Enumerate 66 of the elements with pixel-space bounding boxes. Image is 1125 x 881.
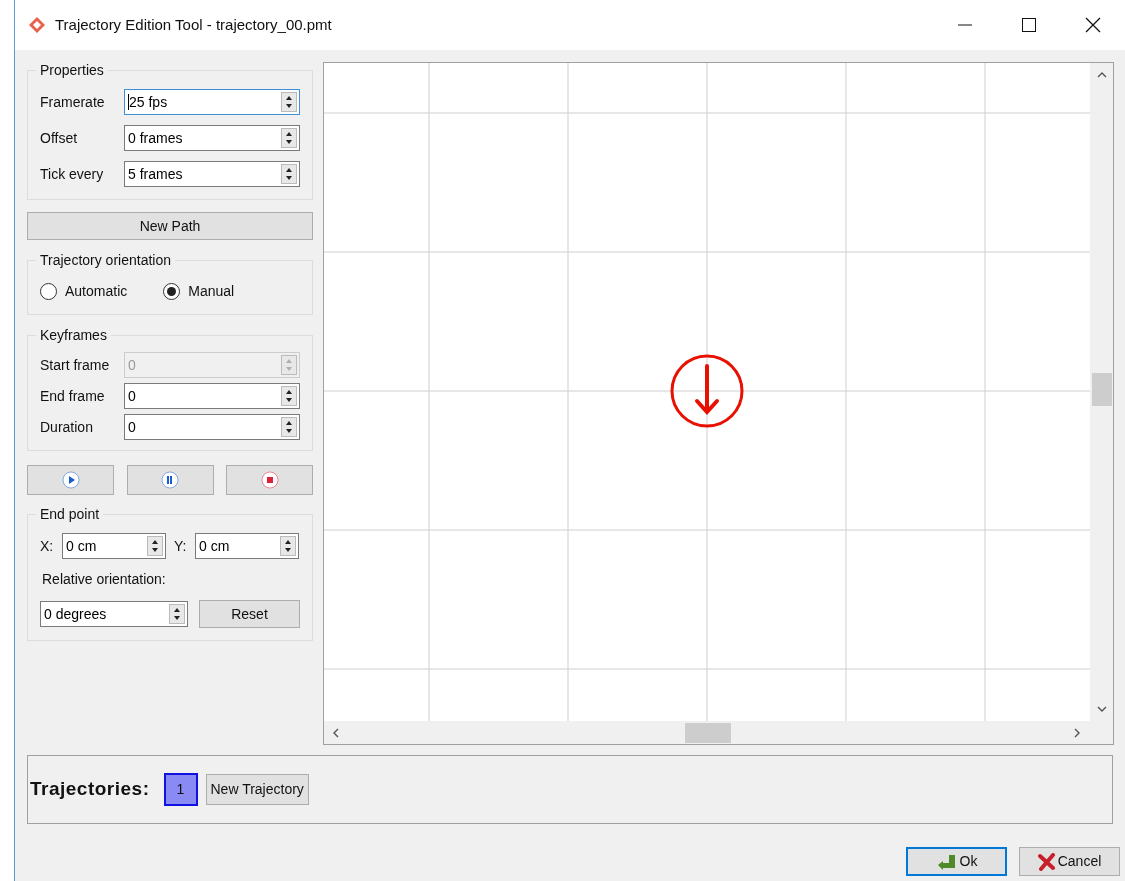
spin-field[interactable]: 0 cm	[195, 533, 299, 559]
scroll-up-icon[interactable]	[1096, 71, 1107, 79]
field-value: 5 frames	[127, 164, 184, 184]
field-value: 0	[127, 417, 137, 437]
field-label: Framerate	[40, 92, 106, 112]
close-icon[interactable]	[1083, 15, 1103, 35]
field-label: Offset	[40, 128, 79, 148]
horizontal-scrollbar[interactable]	[324, 721, 1113, 744]
spin-field[interactable]: 0	[124, 414, 300, 440]
spin-field[interactable]: 25 fps	[124, 89, 300, 115]
scroll-thumb[interactable]	[685, 722, 731, 743]
group-title: Properties	[36, 61, 108, 79]
spin-arrows-icon[interactable]	[281, 92, 297, 112]
pause-icon	[159, 471, 181, 489]
field-value: 0	[127, 355, 137, 375]
spin-arrows-icon[interactable]	[281, 417, 297, 437]
field-label: Duration	[40, 417, 94, 437]
ok-button[interactable]: Ok	[906, 847, 1007, 876]
vertical-scrollbar[interactable]	[1090, 63, 1113, 721]
spin-field[interactable]: 0 frames	[124, 125, 300, 151]
scroll-left-icon[interactable]	[332, 727, 340, 738]
play-icon	[59, 471, 82, 489]
field-value: 0	[127, 386, 137, 406]
field-value: 0 frames	[127, 128, 184, 148]
field-label: Y:	[174, 536, 188, 556]
new-trajectory-button[interactable]: New Trajectory	[205, 774, 309, 805]
new-path-button[interactable]: New Path	[27, 212, 313, 240]
radio-label: Automatic	[65, 282, 128, 301]
group-title: Keyframes	[36, 326, 111, 344]
field-value: 25 fps	[127, 92, 169, 112]
group-title: Trajectory orientation	[36, 251, 175, 269]
stop-icon	[258, 471, 281, 489]
radio-label: Manual	[188, 282, 235, 301]
scroll-down-icon[interactable]	[1096, 705, 1107, 713]
direction-marker-icon[interactable]	[670, 354, 744, 428]
maximize-icon[interactable]	[1019, 15, 1039, 35]
spin-arrows-icon[interactable]	[147, 536, 163, 556]
field-value: 0 cm	[65, 536, 98, 556]
reset-button[interactable]: Reset	[199, 600, 300, 628]
app-icon	[27, 15, 47, 35]
field-label: End frame	[40, 386, 106, 406]
field-label: Tick every	[40, 164, 105, 184]
trajectories-label: Trajectories:	[30, 777, 150, 802]
spin-arrows-icon[interactable]	[280, 536, 296, 556]
trajectory-tab[interactable]: 1	[163, 773, 198, 806]
spin-arrows-icon[interactable]	[281, 164, 297, 184]
spin-arrows-icon[interactable]	[169, 604, 185, 624]
field-value: 0 degrees	[43, 604, 108, 624]
spin-field[interactable]: 0 cm	[62, 533, 166, 559]
cross-icon	[1037, 852, 1056, 871]
spin-field[interactable]: 5 frames	[124, 161, 300, 187]
spin-field[interactable]: 0 degrees	[40, 601, 188, 627]
cancel-button[interactable]: Cancel	[1019, 847, 1120, 876]
spin-arrows-icon[interactable]	[281, 386, 297, 406]
field-value: 0 cm	[198, 536, 231, 556]
scroll-right-icon[interactable]	[1073, 727, 1081, 738]
spin-field[interactable]: 0	[124, 383, 300, 409]
window-title: Trajectory Edition Tool - trajectory_00.pmt	[55, 14, 332, 35]
field-label: X:	[40, 536, 55, 556]
radio-button[interactable]	[40, 283, 57, 300]
radio-button[interactable]	[163, 283, 181, 300]
group-title: End point	[36, 505, 104, 523]
field-label: Relative orientation:	[42, 570, 167, 589]
scroll-thumb[interactable]	[1091, 373, 1112, 406]
field-label: Start frame	[40, 355, 111, 375]
spin-arrows-icon[interactable]	[281, 128, 297, 148]
